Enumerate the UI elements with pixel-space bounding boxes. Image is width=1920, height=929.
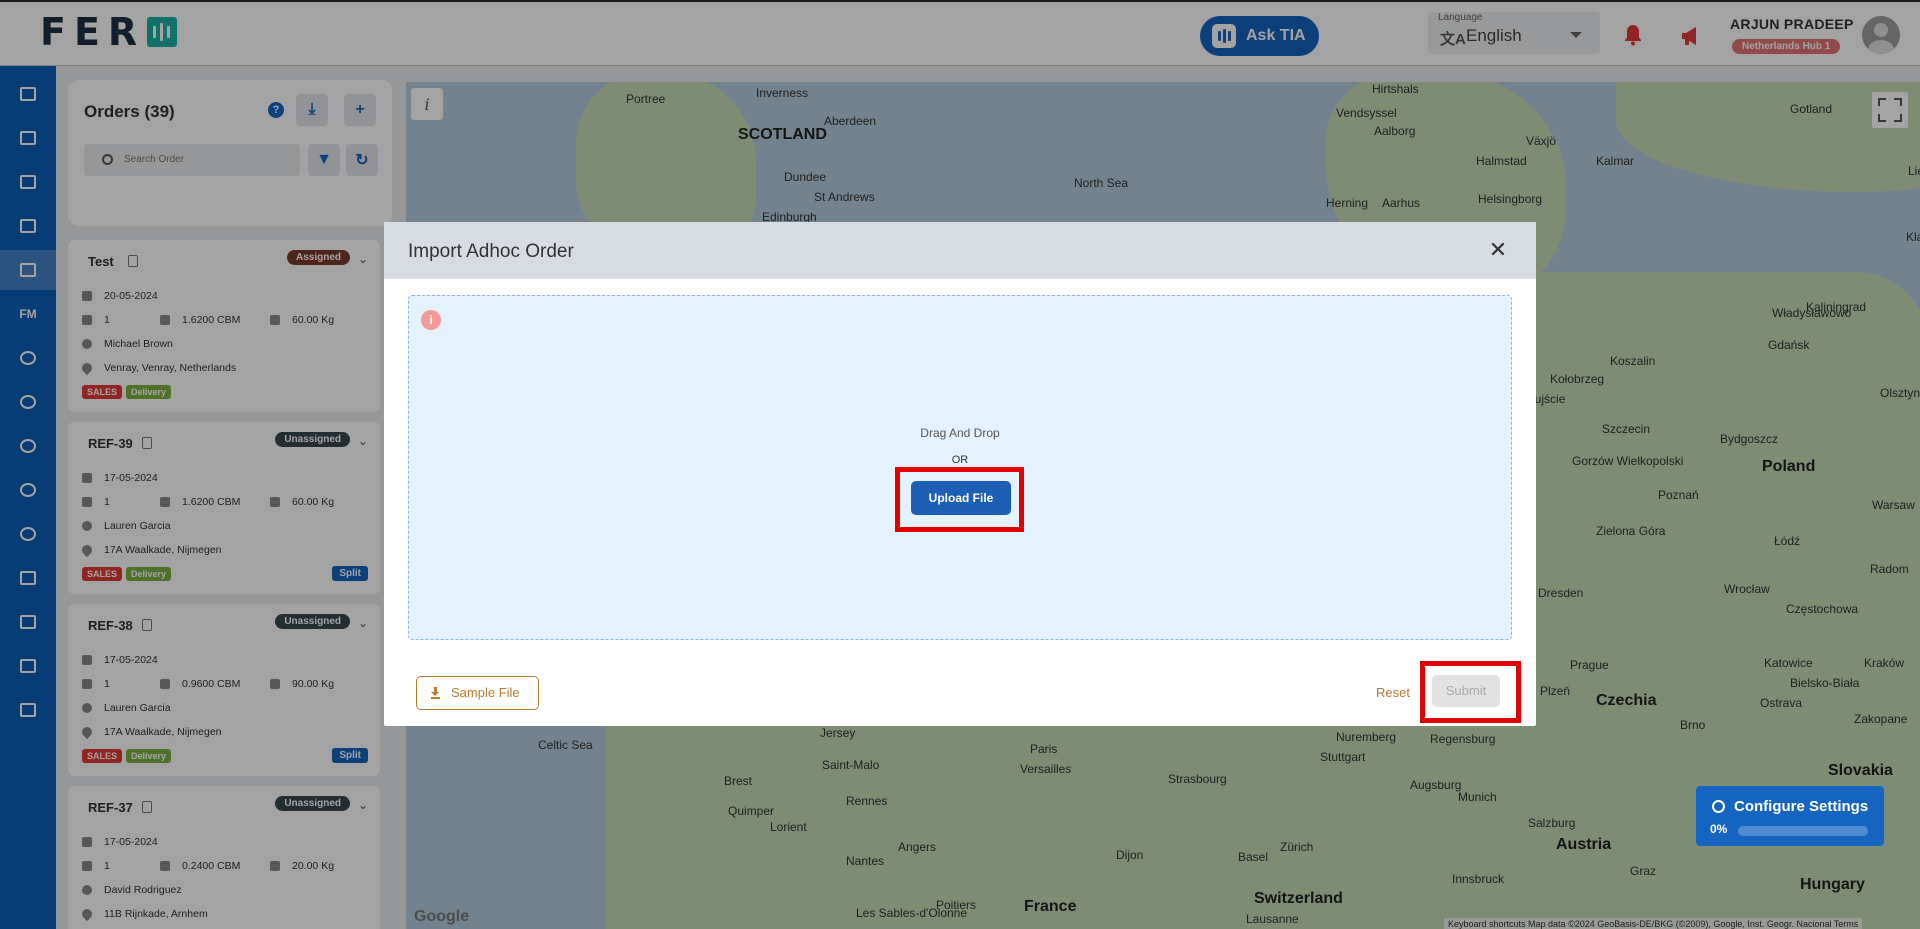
configure-progress-label: 0%: [1710, 822, 1728, 836]
dialog-header: Import Adhoc Order ✕: [384, 222, 1536, 279]
sample-file-button[interactable]: Sample File: [416, 676, 539, 710]
or-text: OR: [951, 454, 969, 466]
configure-settings-title: Configure Settings: [1734, 798, 1869, 815]
dialog-title: Import Adhoc Order: [408, 241, 574, 262]
reset-button[interactable]: Reset: [1376, 685, 1410, 700]
download-icon: [431, 687, 440, 699]
close-icon[interactable]: ✕: [1484, 236, 1512, 264]
submit-highlight-box: [1420, 661, 1521, 723]
configure-settings-widget[interactable]: Configure Settings 0%: [1696, 786, 1884, 846]
circle-icon: [1712, 800, 1725, 813]
sample-file-label: Sample File: [451, 685, 520, 700]
upload-highlight-box: [895, 467, 1024, 532]
configure-progress-bar: [1738, 826, 1868, 836]
drag-drop-text: Drag And Drop: [920, 426, 1000, 440]
info-icon[interactable]: i: [421, 310, 441, 330]
